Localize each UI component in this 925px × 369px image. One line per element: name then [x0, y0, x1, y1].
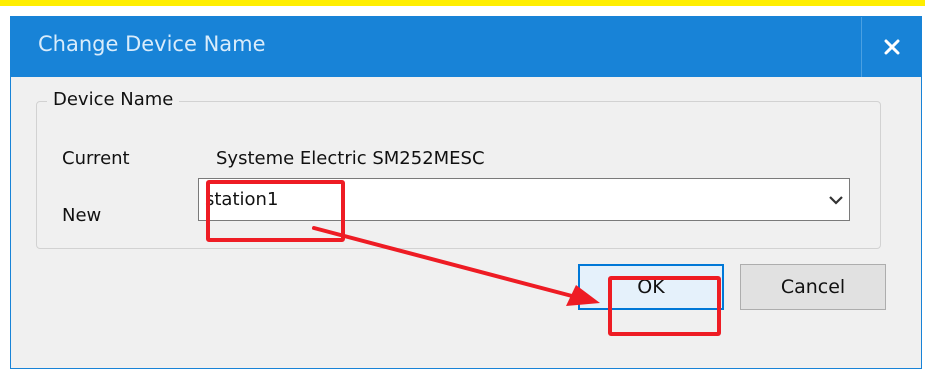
new-device-name-input[interactable]: station1	[205, 189, 278, 210]
cancel-button[interactable]: Cancel	[740, 264, 886, 310]
new-device-name-combobox[interactable]: station1	[198, 178, 850, 221]
current-device-name-value: Systeme Electric SM252MESC	[216, 148, 485, 169]
dialog-title: Change Device Name	[38, 32, 266, 56]
close-icon	[884, 39, 899, 55]
ok-button[interactable]: OK	[578, 264, 724, 310]
current-label: Current	[62, 148, 130, 169]
new-label: New	[62, 205, 102, 226]
chevron-down-icon[interactable]	[827, 192, 845, 208]
groupbox-legend: Device Name	[47, 89, 180, 110]
close-button[interactable]	[861, 17, 921, 77]
device-name-groupbox	[36, 101, 881, 249]
dialog-titlebar[interactable]: Change Device Name	[11, 17, 921, 77]
top-annotation-strip	[0, 0, 925, 16]
yellow-highlight-band	[0, 0, 925, 6]
